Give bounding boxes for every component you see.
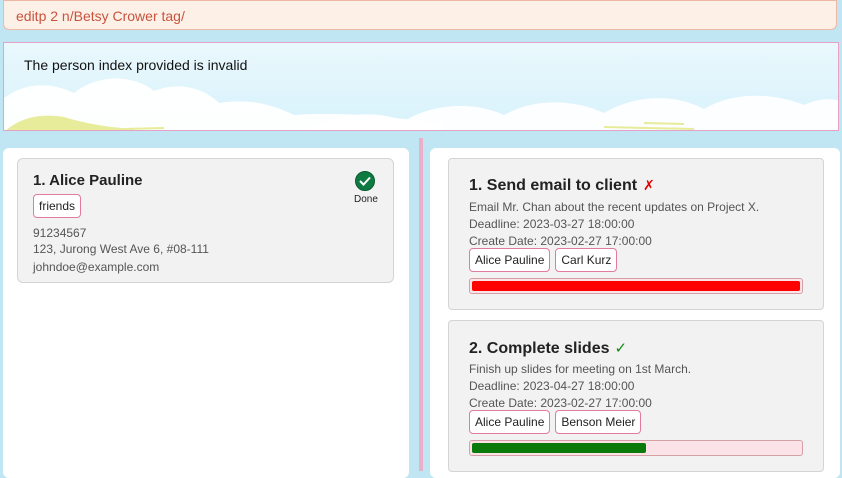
assignee-tag: Alice Pauline <box>469 410 551 434</box>
progress-fill <box>472 443 646 453</box>
task-create-date: Create Date: 2023-02-27 17:00:00 <box>469 234 652 248</box>
progress-fill <box>472 281 800 291</box>
person-tag: friends <box>33 194 82 218</box>
person-address: 123, Jurong West Ave 6, #08-111 <box>33 242 209 256</box>
task-progress-bar <box>469 278 803 294</box>
task-title-row: 2. Complete slides ✓ <box>469 339 627 358</box>
check-circle-icon <box>355 171 375 191</box>
command-box[interactable] <box>3 0 837 30</box>
task-description: Email Mr. Chan about the recent updates … <box>469 200 760 214</box>
task-assignees: Alice Pauline Carl Kurz <box>469 248 618 272</box>
task-assignees: Alice Pauline Benson Meier <box>469 410 642 434</box>
task-deadline: Deadline: 2023-03-27 18:00:00 <box>469 217 635 231</box>
task-title: 1. Send email to client <box>469 177 638 194</box>
person-name: 1. Alice Pauline <box>33 172 143 189</box>
tick-icon: ✓ <box>614 340 628 357</box>
result-display: The person index provided is invalid <box>3 42 839 131</box>
person-phone: 91234567 <box>33 226 87 240</box>
task-card[interactable]: 2. Complete slides ✓ Finish up slides for… <box>448 320 824 472</box>
assignee-tag: Carl Kurz <box>555 248 618 272</box>
task-title: 2. Complete slides <box>469 340 610 357</box>
task-title-row: 1. Send email to client ✗ <box>469 177 655 195</box>
panel-divider[interactable] <box>419 138 423 471</box>
task-progress-bar <box>469 440 803 456</box>
task-create-date: Create Date: 2023-02-27 17:00:00 <box>469 396 652 410</box>
person-email: johndoe@example.com <box>33 260 160 274</box>
status-label: Done <box>354 194 378 205</box>
task-card[interactable]: 1. Send email to client ✗ Email Mr. Chan … <box>448 158 824 310</box>
command-input[interactable] <box>16 5 816 27</box>
assignee-tag: Alice Pauline <box>469 248 551 272</box>
task-deadline: Deadline: 2023-04-27 18:00:00 <box>469 379 635 393</box>
person-card[interactable]: 1. Alice Pauline friends Done 91234567 1… <box>17 158 394 283</box>
cross-icon: ✗ <box>643 177 655 193</box>
assignee-tag: Benson Meier <box>555 410 642 434</box>
task-description: Finish up slides for meeting on 1st Marc… <box>469 362 692 376</box>
result-message: The person index provided is invalid <box>24 57 248 73</box>
